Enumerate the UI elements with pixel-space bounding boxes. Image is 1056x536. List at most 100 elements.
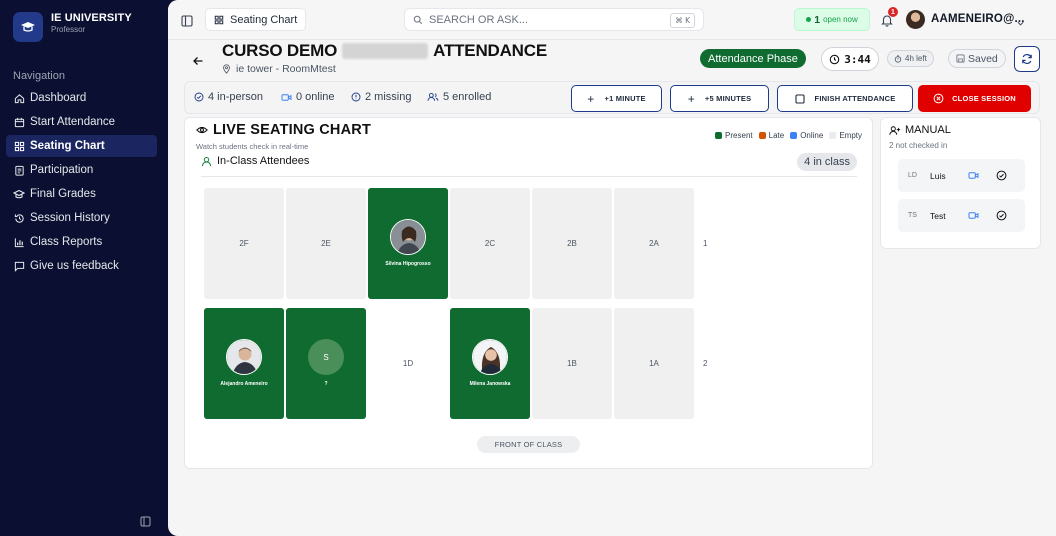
front-of-class-label: FRONT OF CLASS bbox=[477, 436, 580, 453]
clock-icon bbox=[829, 54, 840, 64]
seat-1b[interactable]: 1B bbox=[532, 308, 612, 419]
seat-id: 1A bbox=[649, 359, 659, 368]
bar-chart-icon bbox=[13, 236, 25, 248]
sidebar-item-start-attendance[interactable]: Start Attendance bbox=[6, 111, 157, 133]
users-icon bbox=[427, 92, 439, 101]
brand: IE UNIVERSITY Professor bbox=[13, 12, 132, 42]
home-icon bbox=[13, 92, 25, 104]
seat-2f[interactable]: 2F bbox=[204, 188, 284, 299]
seat-2a[interactable]: 2A bbox=[614, 188, 694, 299]
seat-2b[interactable]: 2B bbox=[532, 188, 612, 299]
square-icon bbox=[794, 93, 805, 104]
plus-icon: + bbox=[587, 91, 595, 106]
clipboard-icon bbox=[13, 164, 25, 176]
seat-id: 1B bbox=[567, 359, 577, 368]
seat-occupied[interactable]: S ? bbox=[286, 308, 366, 419]
seat-id: 2C bbox=[484, 239, 496, 248]
manual-title: MANUAL bbox=[889, 124, 951, 136]
seat-2c[interactable]: 2C bbox=[450, 188, 530, 299]
manual-title-label: MANUAL bbox=[905, 124, 951, 136]
sidebar-item-label: Dashboard bbox=[30, 92, 87, 104]
sidebar-collapse-icon[interactable] bbox=[140, 514, 151, 527]
avatar[interactable] bbox=[906, 10, 925, 29]
legend-empty: Empty bbox=[829, 131, 862, 140]
current-page-chip[interactable]: Seating Chart bbox=[205, 8, 307, 31]
user-icon bbox=[201, 156, 212, 166]
phase-badge: Attendance Phase bbox=[700, 49, 806, 68]
sidebar-item-dashboard[interactable]: Dashboard bbox=[6, 87, 157, 109]
seat-occupied[interactable]: Alejandro Ameneiro bbox=[204, 308, 284, 419]
refresh-icon bbox=[1022, 53, 1032, 65]
history-icon bbox=[13, 212, 25, 224]
sidebar-item-seating-chart[interactable]: Seating Chart bbox=[6, 135, 157, 157]
sidebar-item-final-grades[interactable]: Final Grades bbox=[6, 183, 157, 205]
finish-attendance-button[interactable]: FINISH ATTENDANCE bbox=[777, 85, 913, 112]
search-shortcut: ⌘ K bbox=[670, 13, 695, 28]
list-item: TS Test bbox=[898, 199, 1025, 232]
calendar-icon bbox=[13, 116, 25, 128]
seat-2e[interactable]: 2E bbox=[286, 188, 366, 299]
legend-label: Empty bbox=[839, 131, 862, 140]
user-name[interactable]: AAMENEIRO@... bbox=[931, 13, 1025, 25]
add-1-minute-button[interactable]: + +1 MINUTE bbox=[571, 85, 662, 112]
open-count: 1 bbox=[814, 13, 821, 26]
sidebar-item-label: Class Reports bbox=[30, 236, 103, 248]
seat-id: 2F bbox=[239, 239, 249, 248]
panel-toggle-icon[interactable] bbox=[181, 14, 193, 27]
x-circle-icon bbox=[933, 93, 944, 104]
legend-swatch bbox=[758, 132, 766, 139]
course-title-prefix: CURSO DEMO bbox=[222, 41, 338, 60]
student-initials: LD bbox=[908, 172, 917, 179]
sidebar-item-session-history[interactable]: Session History bbox=[6, 207, 157, 229]
grid-icon bbox=[214, 15, 224, 24]
seat-id: 1D bbox=[402, 359, 414, 368]
sidebar-item-participation[interactable]: Participation bbox=[6, 159, 157, 181]
search-input[interactable]: SEARCH OR ASK... ⌘ K bbox=[404, 8, 704, 31]
student-avatar bbox=[226, 339, 262, 375]
video-icon[interactable] bbox=[968, 171, 988, 180]
open-sessions-badge[interactable]: 1 open now bbox=[794, 8, 870, 31]
timer-value: 3:44 bbox=[844, 52, 871, 66]
sidebar-nav: Dashboard Start Attendance Seating Chart… bbox=[6, 87, 157, 279]
finish-attendance-label: FINISH ATTENDANCE bbox=[814, 94, 896, 103]
back-arrow-icon[interactable] bbox=[192, 54, 204, 66]
add-5-minutes-button[interactable]: + +5 MINUTES bbox=[670, 85, 769, 112]
student-name: Test bbox=[930, 210, 946, 221]
legend-label: Present bbox=[725, 131, 753, 140]
close-session-button[interactable]: CLOSE SESSION bbox=[918, 85, 1031, 112]
legend-label: Late bbox=[768, 131, 785, 140]
seating-chart-panel: LIVE SEATING CHART Watch students check … bbox=[184, 117, 873, 469]
seat-1d[interactable]: 1D bbox=[368, 308, 448, 419]
stopwatch-icon bbox=[894, 54, 902, 63]
search-icon bbox=[413, 15, 423, 24]
seating-title-label: LIVE SEATING CHART bbox=[213, 122, 372, 138]
redacted-text bbox=[342, 43, 429, 59]
legend-swatch bbox=[790, 132, 798, 139]
in-class-count-badge: 4 in class bbox=[797, 153, 857, 171]
alert-circle-icon bbox=[351, 92, 361, 102]
seat-occupied[interactable]: Silvina Hipogrosso bbox=[368, 188, 448, 299]
student-avatar bbox=[390, 219, 426, 255]
refresh-button[interactable] bbox=[1014, 46, 1040, 72]
check-circle-icon[interactable] bbox=[996, 170, 1007, 181]
seat-1a[interactable]: 1A bbox=[614, 308, 694, 419]
stat-in-person: 4 in-person bbox=[194, 91, 263, 103]
check-circle-icon[interactable] bbox=[996, 210, 1007, 221]
seat-occupied[interactable]: Milena Janowska bbox=[450, 308, 530, 419]
user-plus-icon bbox=[889, 125, 901, 135]
sidebar-item-label: Participation bbox=[30, 164, 94, 176]
session-timer: 3:44 bbox=[821, 47, 879, 71]
stat-online-label: 0 online bbox=[296, 91, 335, 103]
legend: Present Late Online Empty bbox=[709, 131, 862, 140]
course-location: ie tower - RoomMtest bbox=[222, 63, 336, 75]
notification-count-badge: 1 bbox=[888, 7, 898, 17]
sidebar-item-feedback[interactable]: Give us feedback bbox=[6, 255, 157, 277]
attendance-stats-bar: 4 in-person 0 online 2 missing 5 enrolle… bbox=[184, 81, 1040, 114]
legend-online: Online bbox=[790, 131, 823, 140]
sidebar-item-label: Final Grades bbox=[30, 188, 96, 200]
chevron-down-icon[interactable] bbox=[1016, 15, 1025, 33]
sidebar-item-class-reports[interactable]: Class Reports bbox=[6, 231, 157, 253]
current-page-label: Seating Chart bbox=[230, 13, 298, 26]
save-icon bbox=[956, 54, 965, 63]
video-icon[interactable] bbox=[968, 211, 988, 220]
